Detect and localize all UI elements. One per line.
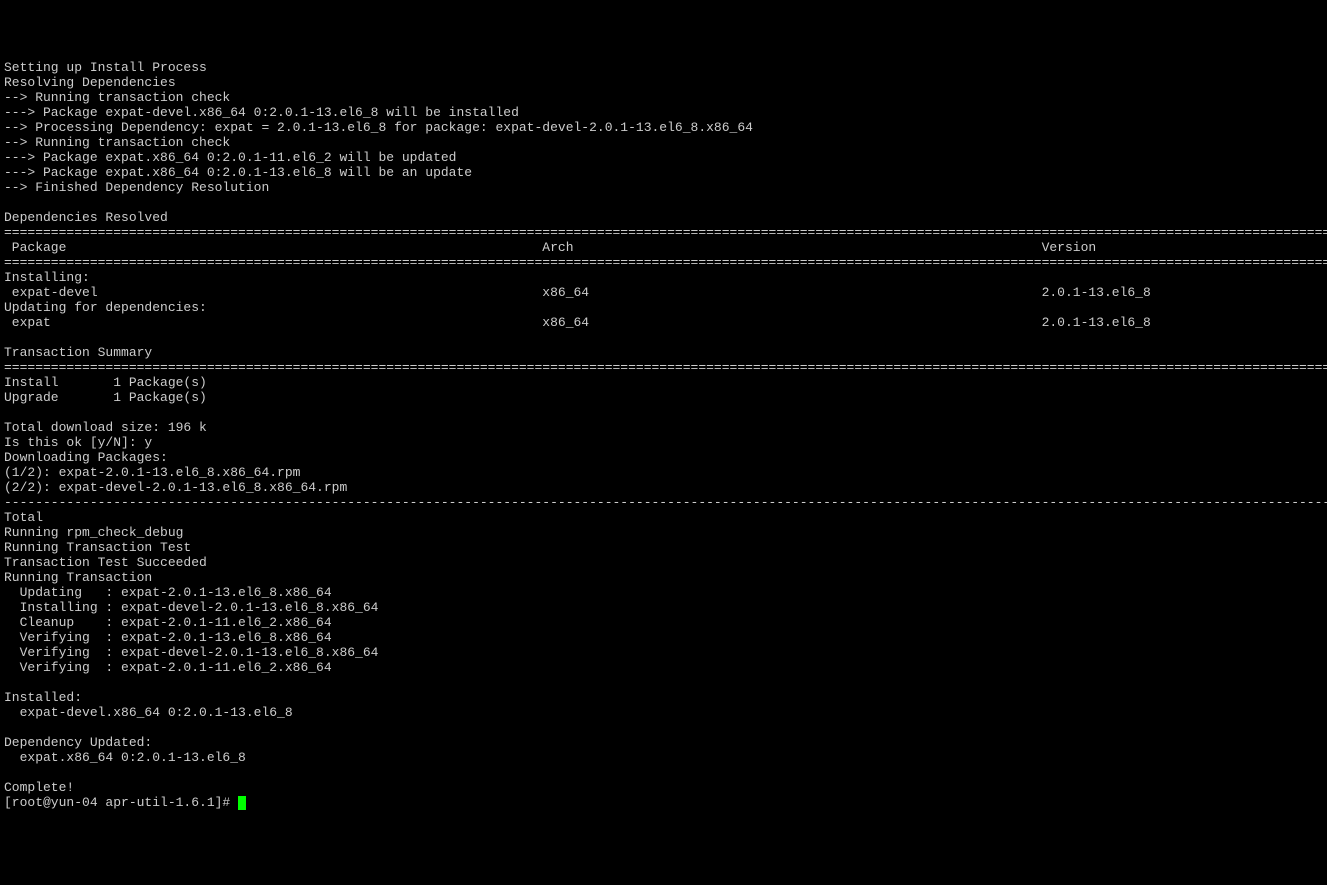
summary-block: Install 1 Package(s) Upgrade 1 Package(s… xyxy=(4,375,1327,495)
cursor-icon xyxy=(238,796,246,810)
blank-line xyxy=(4,330,1327,345)
post-transaction-block: Total Running rpm_check_debug Running Tr… xyxy=(4,510,1327,795)
transaction-summary-title: Transaction Summary xyxy=(4,345,1327,360)
terminal-output[interactable]: Setting up Install Process Resolving Dep… xyxy=(0,60,1327,810)
table-row: expat x86_64 2.0.1-13.el6_8 xyxy=(4,315,1327,330)
table-border-top: ========================================… xyxy=(4,225,1327,240)
table-border-mid: ========================================… xyxy=(4,255,1327,270)
dash-separator: ----------------------------------------… xyxy=(4,495,1327,510)
table-section-updating: Updating for dependencies: xyxy=(4,300,1327,315)
table-border-bottom: ========================================… xyxy=(4,360,1327,375)
shell-prompt: [root@yun-04 apr-util-1.6.1]# xyxy=(4,795,238,810)
table-row: expat-devel x86_64 2.0.1-13.el6_8 xyxy=(4,285,1327,300)
table-section-installing: Installing: xyxy=(4,270,1327,285)
table-header-row: Package Arch Version xyxy=(4,240,1327,255)
yum-preamble: Setting up Install Process Resolving Dep… xyxy=(4,60,1327,225)
